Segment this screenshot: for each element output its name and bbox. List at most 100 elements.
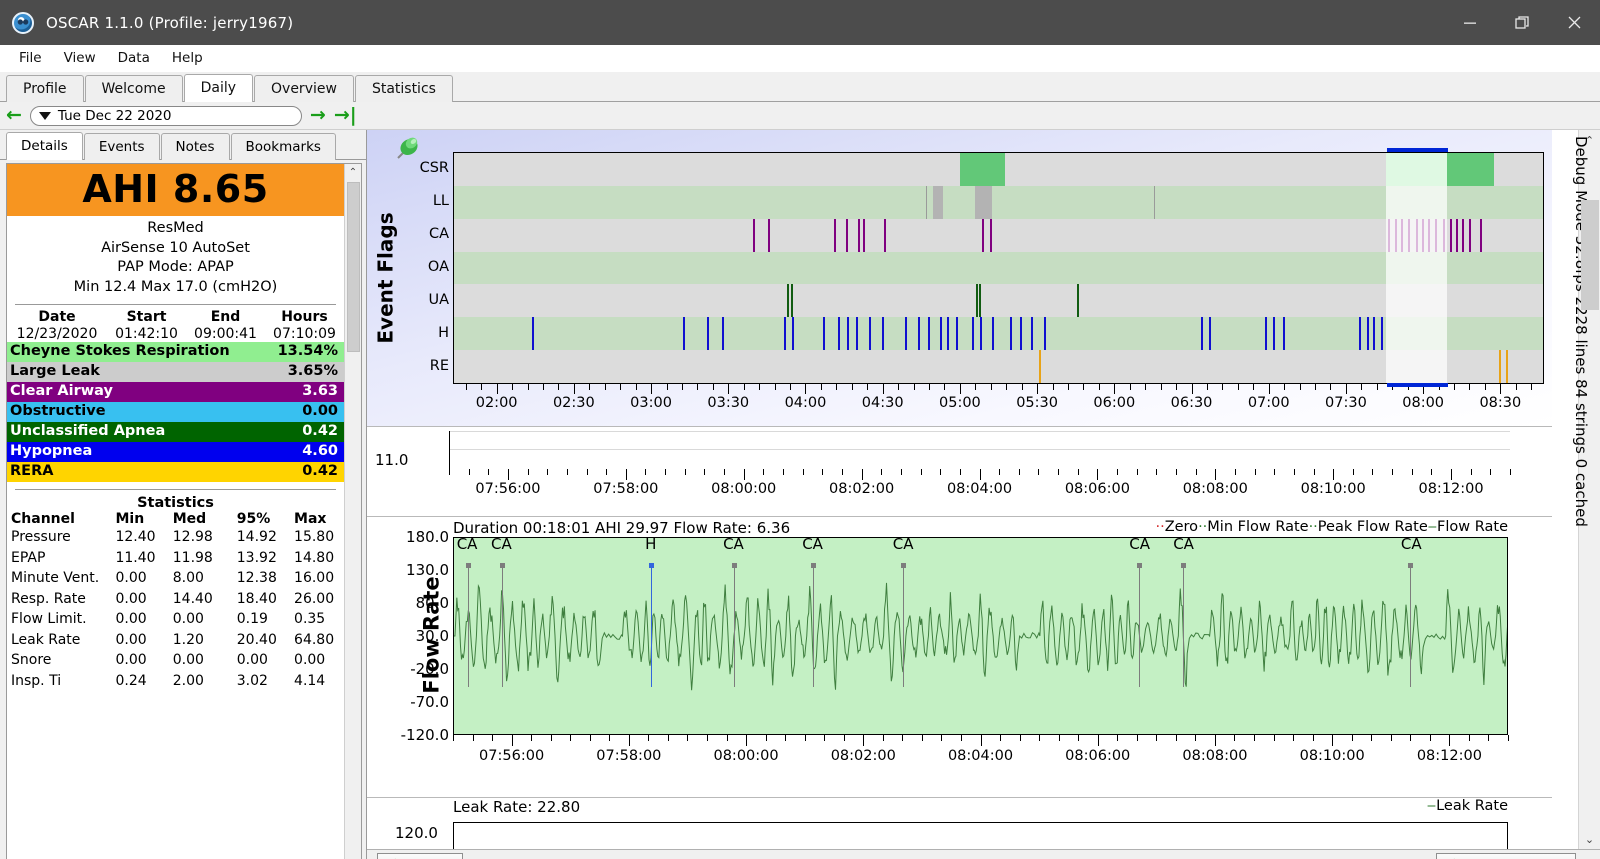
axis-minor-tick [635,384,637,390]
axis-minor-tick [902,735,904,741]
session-col-date: Date [38,309,76,325]
axis-tick-label: 08:02:00 [830,748,896,764]
menu-help[interactable]: Help [161,47,214,69]
leak-rate-chart[interactable]: Leak Rate: 22.80 ‒Leak Rate 120.0 [367,797,1552,849]
flow-event-label: CA [1400,535,1422,553]
scroll-down-icon[interactable]: ⌄ [349,855,357,859]
event-marker [1462,218,1465,252]
next-day-icon[interactable]: → [310,106,326,125]
tab-welcome[interactable]: Welcome [84,75,183,102]
stats-max: 14.80 [294,549,335,566]
axis-minor-tick [863,735,865,741]
event-name: Cheyne Stokes Respiration [10,343,230,359]
selection-top-bar[interactable] [1386,148,1448,152]
event-marker [881,317,884,351]
event-flag-label-csr: CSR [419,159,449,176]
flow-rate-chart[interactable]: Duration 00:18:01 AHI 29.97 Flow Rate: 6… [367,516,1552,797]
axis-tick-label: 03:00 [630,395,672,411]
tab-daily[interactable]: Daily [183,74,254,102]
flow-event-dot [500,563,506,569]
csr-channel-selector[interactable]: CSR [377,852,463,859]
table-row: Pressure 12.40 12.98 14.92 15.80 [7,527,344,548]
axis-minor-tick [1052,384,1054,390]
last-day-icon[interactable]: →| [334,106,357,125]
event-marker [1366,317,1369,351]
stats-max: 26.00 [294,590,335,607]
scroll-down-icon[interactable]: ⌄ [1579,829,1600,849]
stats-channel: EPAP [11,549,46,566]
window-title: OSCAR 1.1.0 (Profile: jerry1967) [46,13,294,32]
axis-tick-label: 04:00 [784,395,827,411]
tab-events[interactable]: Events [83,133,160,160]
axis-minor-tick [1019,735,1021,741]
axis-minor-tick [861,469,863,475]
axis-minor-tick [1490,469,1492,475]
flow-event-dot [810,563,816,569]
tab-statistics[interactable]: Statistics [354,75,453,102]
event-flags-plot[interactable]: 02:00 02:30 03:00 03:30 04:00 04:30 05:00 05:30… [453,130,1544,426]
axis-minor-tick [1006,384,1008,390]
event-flag-label-oa: OA [427,259,449,275]
details-scrollbar[interactable]: ⌃ ⌄ [344,164,361,859]
axis-minor-tick [1078,735,1080,741]
axis-tick [1268,384,1270,394]
tab-details[interactable]: Details [6,132,83,160]
tab-bookmarks[interactable]: Bookmarks [230,133,336,160]
axis-tick-label: 08:04:00 [946,481,1013,497]
device-info: ResMed AirSense 10 AutoSet PAP Mode: APA… [7,216,344,303]
axis-minor-tick [929,384,930,390]
close-button[interactable] [1548,0,1600,45]
date-picker[interactable]: Tue Dec 22 2020 [29,105,302,126]
stats-min: 0.00 [115,631,147,648]
axis-minor-tick [453,735,454,741]
tab-overview[interactable]: Overview [254,75,354,102]
event-marker [767,218,770,252]
flow-rate-plot[interactable] [453,537,1508,735]
axis-minor-tick [975,384,977,390]
axis-minor-tick [785,735,787,741]
scrollbar-track[interactable] [1579,150,1600,829]
axis-minor-tick [1234,469,1236,475]
selection-bottom-bar[interactable] [1386,383,1448,387]
axis-minor-tick [921,735,923,741]
graph-scrollbar[interactable]: ⌃ ⌄ [1578,130,1600,849]
debug-mode-text: Debug Mode 52.8fps 2228 lines 84 strings… [1572,136,1590,527]
stats-col-max: Max [294,511,327,527]
flow-y-tick: -120.0 [400,726,449,744]
stats-min: 12.40 [115,529,156,545]
scroll-up-icon[interactable]: ⌃ [349,164,357,181]
previous-day-icon[interactable]: ← [6,106,22,125]
tab-profile[interactable]: Profile [6,75,84,102]
minimize-button[interactable] [1444,0,1496,45]
scrollbar-thumb[interactable] [1580,200,1599,310]
event-flags-channel-selector[interactable]: Event Flags [1436,852,1576,859]
axis-minor-tick [1484,384,1486,390]
axis-tick-label: 08:06:00 [1065,748,1131,764]
maximize-restore-button[interactable] [1496,0,1548,45]
event-value: 3.65% [287,363,338,379]
scrollbar-thumb[interactable] [346,182,360,352]
list-item: Obstructive 0.00 [7,402,344,422]
menu-view[interactable]: View [53,47,107,69]
menu-file[interactable]: File [8,47,53,69]
event-flag-label-ll: LL [432,192,449,209]
app-logo-icon [12,11,34,34]
axis-minor-tick [666,384,668,390]
axis-minor-tick [824,735,826,741]
axis-minor-tick [979,469,981,475]
stats-95: 13.92 [236,549,277,566]
axis-minor-tick [1531,384,1533,390]
flow-event-stem [502,565,504,687]
axis-minor-tick [472,735,474,741]
session-end: 09:00:41 [194,326,257,342]
axis-minor-tick [900,469,902,475]
tab-notes[interactable]: Notes [160,133,230,160]
stats-med: 0.00 [172,652,204,668]
axis-minor-tick [1333,469,1335,475]
pressure-strip-chart[interactable]: 11.0 07:56:00 07:58:00 08:00:00 08:02:00 08:… [367,426,1552,516]
axis-minor-tick [990,384,992,390]
menu-data[interactable]: Data [107,47,161,69]
stats-min: 0.00 [115,611,147,627]
chevron-down-icon[interactable] [38,111,51,120]
pressure-x-axis: 07:56:00 07:58:00 08:00:00 08:02:00 08:04:00… [449,469,1511,513]
